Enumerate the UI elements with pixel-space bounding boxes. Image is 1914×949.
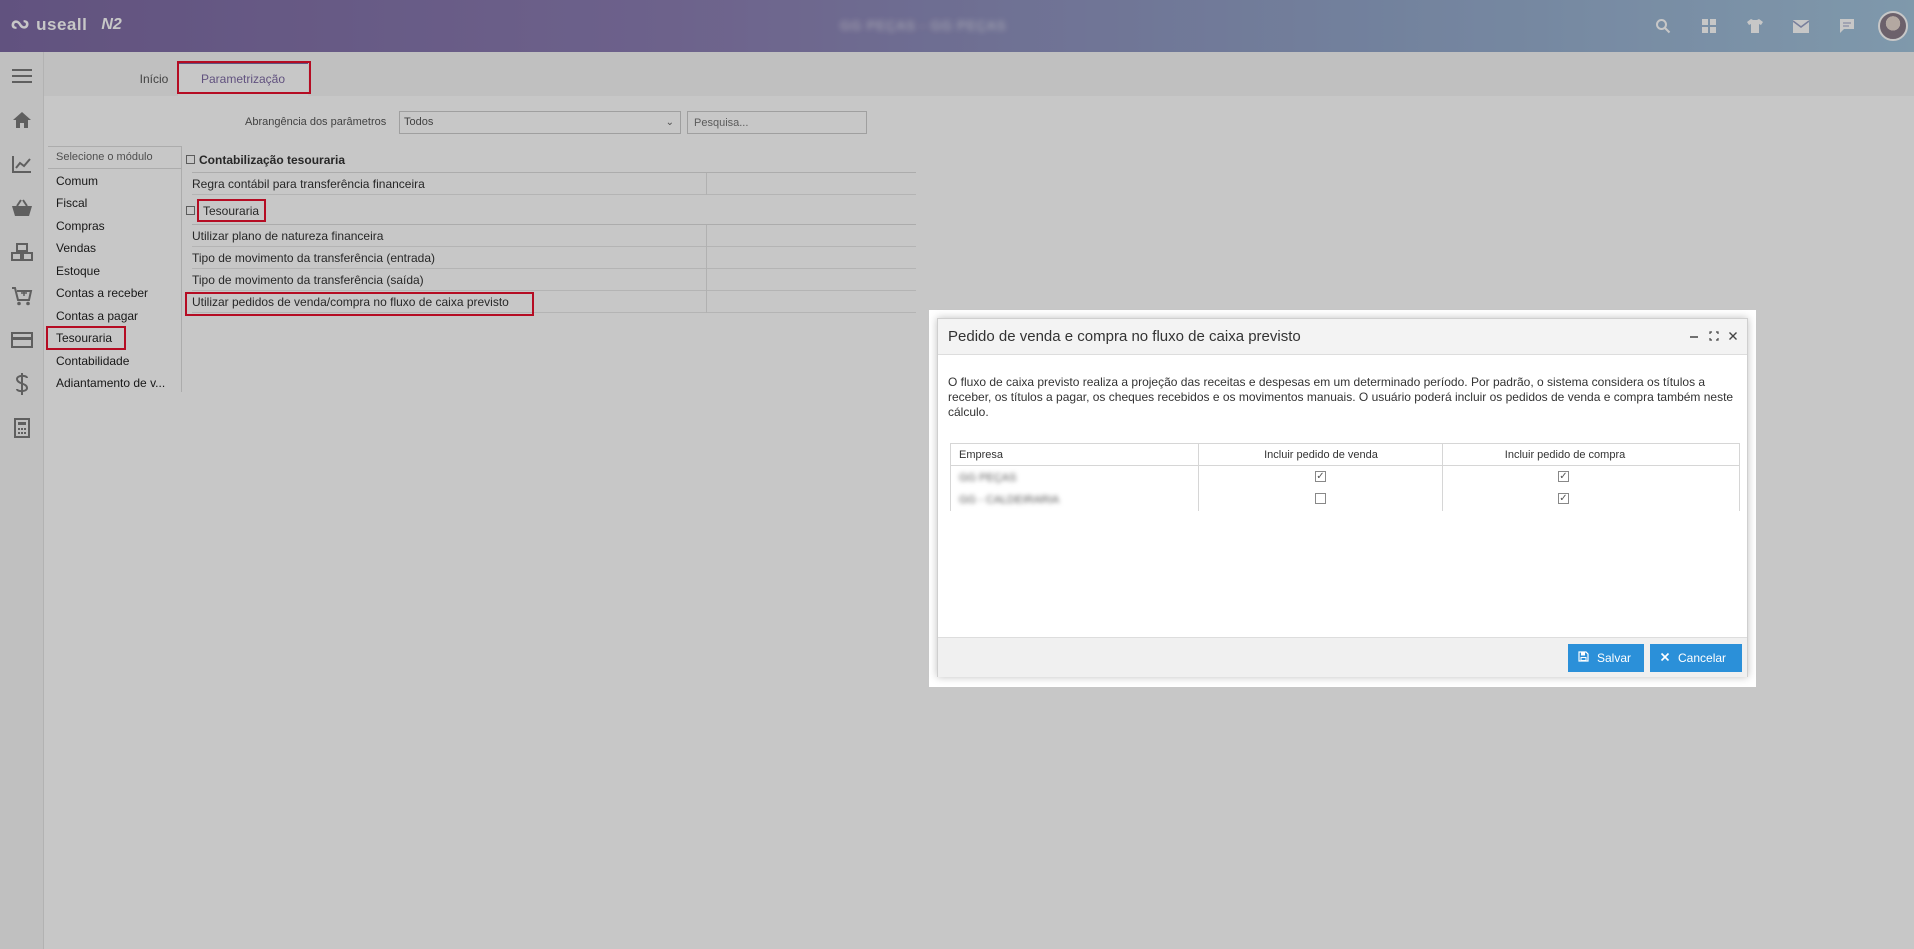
col-incluir-compra[interactable]: Incluir pedido de compra — [1443, 444, 1687, 466]
cancel-button[interactable]: Cancelar — [1650, 644, 1742, 672]
modal-pedido-fluxo-caixa: Pedido de venda e compra no fluxo de cai… — [937, 318, 1748, 677]
col-incluir-venda[interactable]: Incluir pedido de venda — [1199, 444, 1443, 466]
grid-header: Empresa Incluir pedido de venda Incluir … — [951, 444, 1739, 466]
maximize-icon[interactable] — [1707, 329, 1721, 343]
modal-footer: Salvar Cancelar — [938, 637, 1747, 677]
minimize-icon[interactable] — [1687, 329, 1701, 343]
checkbox-compra[interactable]: ✓ — [1558, 471, 1569, 482]
modal-header: Pedido de venda e compra no fluxo de cai… — [938, 319, 1747, 355]
row-empresa: GG PEÇAS — [959, 472, 1017, 484]
modal-description: O fluxo de caixa previsto realiza a proj… — [948, 375, 1734, 419]
checkbox-venda[interactable] — [1315, 493, 1326, 504]
close-icon — [1660, 644, 1670, 672]
modal-title: Pedido de venda e compra no fluxo de cai… — [948, 328, 1301, 345]
checkbox-venda[interactable]: ✓ — [1315, 471, 1326, 482]
row-empresa: GG - CALDEIRARIA — [959, 494, 1060, 506]
checkbox-compra[interactable]: ✓ — [1558, 493, 1569, 504]
save-button[interactable]: Salvar — [1568, 644, 1644, 672]
company-grid: Empresa Incluir pedido de venda Incluir … — [950, 443, 1740, 511]
close-icon[interactable] — [1726, 329, 1740, 343]
save-icon — [1578, 644, 1589, 672]
col-empresa[interactable]: Empresa — [959, 444, 1003, 466]
